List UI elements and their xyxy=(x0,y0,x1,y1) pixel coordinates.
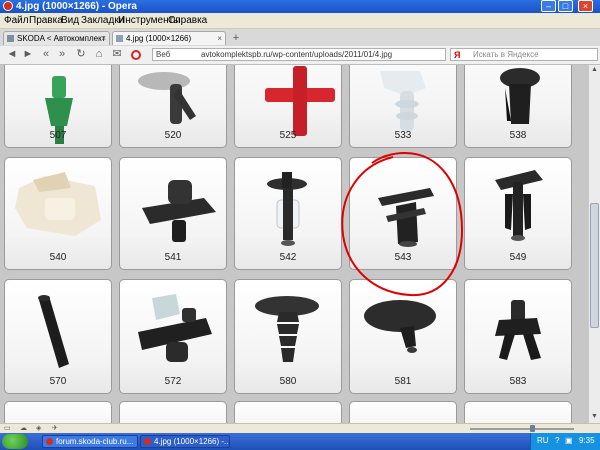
tab-close-icon[interactable]: × xyxy=(217,32,222,45)
web-label: Веб xyxy=(156,50,171,59)
tab-bar: SKODA < Автокомплект × 4.jpg (1000×1266)… xyxy=(0,29,600,47)
cloud-icon[interactable]: ☁ xyxy=(20,425,28,432)
zoom-slider-track[interactable] xyxy=(470,428,574,430)
address-field[interactable]: Веб avtokomplektspb.ru/wp-content/upload… xyxy=(152,48,446,61)
menu-edit[interactable]: Правка xyxy=(29,13,63,28)
minimize-button[interactable]: – xyxy=(541,0,556,12)
yandex-logo-icon: Я xyxy=(454,50,461,60)
unite-icon[interactable]: ◈ xyxy=(36,425,44,432)
image-favicon-icon xyxy=(116,35,123,42)
turbo-icon[interactable]: ✈ xyxy=(52,425,60,432)
back-arrow-icon[interactable]: ◄ xyxy=(6,48,18,61)
menu-help[interactable]: Справка xyxy=(168,13,207,28)
start-button[interactable] xyxy=(2,434,28,449)
search-placeholder: Искать в Яндексе xyxy=(473,50,539,59)
maximize-button[interactable]: □ xyxy=(558,0,573,12)
scroll-thumb[interactable] xyxy=(590,203,599,328)
window-title: 4.jpg (1000×1266) - Opera xyxy=(16,1,137,12)
red-circle-annotation xyxy=(341,151,464,297)
menu-view[interactable]: Вид xyxy=(61,13,79,28)
search-field[interactable]: Я Искать в Яндексе xyxy=(450,48,598,61)
tab-label: SKODA < Автокомплект xyxy=(17,34,106,43)
vertical-scrollbar[interactable]: ▲ ▼ xyxy=(588,65,600,423)
opera-menu-icon[interactable] xyxy=(131,50,141,60)
taskbar-item-image[interactable]: 4.jpg (1000×1266) -... xyxy=(140,435,230,448)
system-tray: RU ? ▣ 9:35 xyxy=(530,433,600,450)
language-indicator[interactable]: RU xyxy=(537,436,549,445)
menu-file[interactable]: Файл xyxy=(4,13,29,28)
reload-icon[interactable]: ↻ xyxy=(75,48,87,61)
taskbar-item-forum[interactable]: forum.skoda-club.ru... xyxy=(42,435,138,448)
rewind-icon[interactable]: « xyxy=(40,48,52,61)
feed-icon[interactable]: ✉ xyxy=(111,48,123,61)
help-icon[interactable]: ? xyxy=(555,436,559,445)
forward-arrow-icon[interactable]: ► xyxy=(22,48,34,61)
opera-icon xyxy=(144,438,151,445)
tab-skoda[interactable]: SKODA < Автокомплект × xyxy=(3,31,110,45)
new-tab-icon[interactable]: + xyxy=(230,32,242,44)
tab-close-icon[interactable]: × xyxy=(101,32,106,45)
panel-toggle-icon[interactable]: ▭ xyxy=(4,425,12,432)
page-favicon-icon xyxy=(7,35,14,42)
home-icon[interactable]: ⌂ xyxy=(93,48,105,61)
scroll-down-icon[interactable]: ▼ xyxy=(589,412,600,422)
zoom-slider-handle[interactable] xyxy=(530,425,535,432)
clock: 9:35 xyxy=(579,436,595,445)
tab-label: 4.jpg (1000×1266) xyxy=(126,34,192,43)
windows-taskbar: forum.skoda-club.ru... 4.jpg (1000×1266)… xyxy=(0,433,600,450)
scroll-up-icon[interactable]: ▲ xyxy=(589,65,600,75)
menu-bar: Файл Правка Вид Закладки Инструменты Спр… xyxy=(0,13,600,29)
window-title-bar: 4.jpg (1000×1266) - Opera – □ × xyxy=(0,0,600,13)
opera-icon xyxy=(46,438,53,445)
image-viewport: 507 520 525 533 538 540 541 542 543 549 … xyxy=(0,65,588,423)
url-text: avtokomplektspb.ru/wp-content/uploads/20… xyxy=(201,50,393,59)
navigation-bar: ◄ ► « » ↻ ⌂ ✉ Веб avtokomplektspb.ru/wp-… xyxy=(0,46,600,65)
network-icon[interactable]: ▣ xyxy=(565,436,573,445)
tab-image[interactable]: 4.jpg (1000×1266) × xyxy=(112,31,226,45)
opera-logo-icon xyxy=(3,1,13,11)
fast-forward-icon[interactable]: » xyxy=(56,48,68,61)
taskbar-item-label: 4.jpg (1000×1266) -... xyxy=(154,437,230,446)
taskbar-item-label: forum.skoda-club.ru... xyxy=(56,437,134,446)
close-window-button[interactable]: × xyxy=(578,0,593,12)
